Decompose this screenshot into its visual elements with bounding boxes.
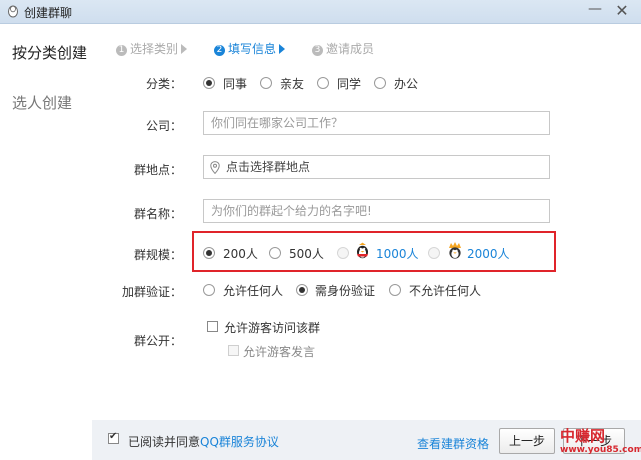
scale-radio-1000[interactable] <box>337 247 349 259</box>
scale-radio-2000[interactable] <box>428 247 440 259</box>
verify-option-anyone[interactable]: 允许任何人 <box>223 282 283 299</box>
step-select-category: 1 选择类别 <box>116 40 188 57</box>
category-option-office[interactable]: 办公 <box>394 75 418 92</box>
nav-by-category[interactable]: 按分类创建 <box>12 42 87 63</box>
category-radio-classmate[interactable] <box>317 77 329 89</box>
scale-radio-500[interactable] <box>269 247 281 259</box>
allow-guest-visit-label[interactable]: 允许游客访问该群 <box>224 319 320 336</box>
verify-option-none[interactable]: 不允许任何人 <box>409 282 481 299</box>
close-button[interactable]: ✕ <box>613 2 631 20</box>
step-label: 选择类别 <box>130 42 179 56</box>
category-radio-colleague[interactable] <box>203 77 215 89</box>
category-label: 分类： <box>145 77 182 91</box>
service-agreement-link[interactable]: QQ群服务协议 <box>200 435 279 449</box>
location-input-text: 点击选择群地点 <box>226 160 311 174</box>
group-name-label: 群名称： <box>133 207 182 221</box>
category-option-family[interactable]: 亲友 <box>280 75 304 92</box>
company-label: 公司： <box>145 119 182 133</box>
vip-penguin-icon <box>357 242 368 259</box>
category-option-colleague[interactable]: 同事 <box>223 75 247 92</box>
category-radio-office[interactable] <box>374 77 386 89</box>
window-title: 创建群聊 <box>24 6 73 20</box>
nav-by-people[interactable]: 选人创建 <box>12 92 72 113</box>
step-label: 填写信息 <box>228 42 277 56</box>
company-input[interactable]: 你们同在哪家公司工作？ <box>203 111 550 135</box>
step-arrow-icon <box>279 44 286 54</box>
group-name-input[interactable]: 为你们的群起个给力的名字吧! <box>203 199 550 223</box>
category-radio-family[interactable] <box>260 77 272 89</box>
location-input[interactable]: 点击选择群地点 <box>203 155 550 179</box>
verify-radio-anyone[interactable] <box>203 284 215 296</box>
prev-button[interactable]: 上一步 <box>499 428 555 454</box>
scale-option-2000[interactable]: 2000人 <box>467 245 510 262</box>
minimize-button[interactable]: — <box>586 0 604 18</box>
verify-radio-identity[interactable] <box>296 284 308 296</box>
scale-radio-200[interactable] <box>203 247 215 259</box>
verify-label: 加群验证： <box>121 285 182 299</box>
public-label: 群公开： <box>133 334 182 348</box>
step-number: 3 <box>312 45 323 56</box>
scale-option-1000[interactable]: 1000人 <box>376 245 419 262</box>
left-nav: 按分类创建 选人创建 <box>0 24 108 460</box>
verify-radio-none[interactable] <box>389 284 401 296</box>
agree-checkbox[interactable] <box>108 431 119 444</box>
agree-text: 已阅读并同意QQ群服务协议 <box>128 433 279 450</box>
next-button[interactable]: 下一步 <box>563 428 625 454</box>
allow-guest-speak-checkbox[interactable] <box>228 345 239 356</box>
step-invite-members: 3 邀请成员 <box>312 40 374 57</box>
title-bar: 创建群聊 — ✕ <box>0 0 641 24</box>
location-pin-icon <box>210 161 220 174</box>
allow-guest-visit-checkbox[interactable] <box>207 321 218 332</box>
step-arrow-icon <box>181 44 188 54</box>
step-number: 1 <box>116 45 127 56</box>
scale-option-200[interactable]: 200人 <box>223 245 258 262</box>
verify-option-identity[interactable]: 需身份验证 <box>315 282 375 299</box>
category-option-classmate[interactable]: 同学 <box>337 75 361 92</box>
scale-label: 群规模： <box>133 248 182 262</box>
allow-guest-speak-label[interactable]: 允许游客发言 <box>243 343 315 360</box>
step-label: 邀请成员 <box>326 42 375 56</box>
scale-option-500[interactable]: 500人 <box>289 245 324 262</box>
agree-prefix: 已阅读并同意 <box>128 435 201 449</box>
svip-penguin-icon <box>449 242 461 259</box>
location-label: 群地点： <box>133 163 182 177</box>
step-fill-info: 2 填写信息 <box>214 40 286 57</box>
qq-penguin-icon <box>8 5 18 18</box>
view-eligibility-link[interactable]: 查看建群资格 <box>417 435 489 452</box>
step-number: 2 <box>214 45 225 56</box>
